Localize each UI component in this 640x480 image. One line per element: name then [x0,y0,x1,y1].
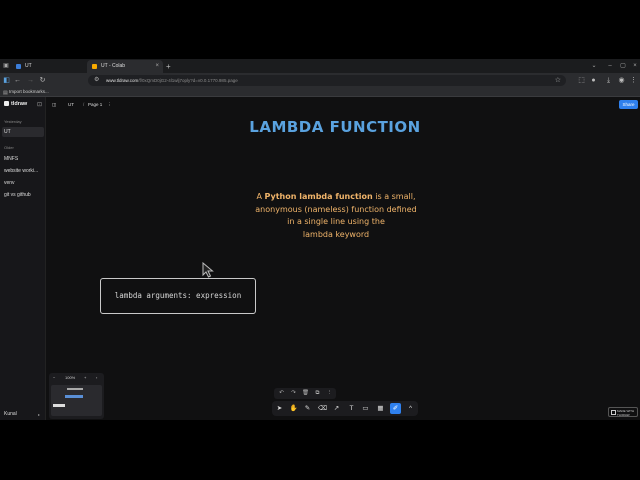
sidebar-item-ut[interactable]: UT [2,127,44,137]
tldraw-badge-icon [611,410,616,415]
desc-text: is a small, [372,192,416,201]
tldraw-logo: tldraw [4,101,27,107]
desc-text: in a single line using the [287,217,385,226]
site-info-icon[interactable]: ⚙ [94,75,99,86]
tab-label: UT - Colab [101,63,126,69]
arrow-icon[interactable]: ↗ [331,403,342,414]
page-name[interactable]: Page 1 [88,101,102,109]
logo-text: tldraw [11,101,28,107]
extensions-icon[interactable]: ⬚ [577,76,586,85]
eraser-icon[interactable]: ⌫ [317,403,328,414]
tldraw-app: tldraw ⊡ Yesterday UT Older MNFS website… [0,97,640,420]
redo-icon[interactable]: ↷ [289,389,298,398]
mouse-cursor-icon [202,262,214,278]
more-tools-icon[interactable]: ^ [405,403,416,414]
minimap-panel: − 100% + ‹ [49,373,104,419]
address-bar[interactable]: ⚙ www.tldraw.com/f/0xQmD0jG2-4l1wlj7oply… [88,75,566,86]
sidebar-item-website[interactable]: website worki... [2,166,44,176]
note-icon[interactable]: ▭ [360,403,371,414]
canvas-description[interactable]: A Python lambda function is a small, ano… [218,191,454,241]
action-bar: ↶ ↷ 🗑 ⧉ ⋮ [274,388,336,399]
page-separator: / [83,102,85,107]
new-tab-icon[interactable]: + [166,60,171,73]
zoom-in-icon[interactable]: + [84,373,86,383]
url-path: /f/0xQmD0jG2-4l1wlj7oply?d=v0.0.1770.985… [138,78,238,83]
desc-bold-text: Python lambda function [264,192,373,201]
close-window-icon[interactable]: × [631,62,639,70]
browser-tab-ut[interactable]: UT [11,60,85,73]
sidebar-heading-older: Older [4,145,14,150]
text-icon[interactable]: T [346,403,357,414]
code-syntax-box[interactable]: lambda arguments: expression [100,278,256,314]
sidebar-item-git-vs-github[interactable]: git vs github [2,190,44,200]
zoom-controls: − 100% + ‹ [49,373,104,383]
reload-icon[interactable]: ↻ [38,76,47,85]
collapse-minimap-icon[interactable]: ‹ [96,373,97,383]
draw-icon[interactable]: ✎ [302,403,313,414]
select-icon[interactable]: ➤ [274,403,285,414]
new-file-icon[interactable]: ⊡ [37,101,42,108]
browser-tab-colab[interactable]: UT - Colab × [87,60,163,73]
pencil-icon[interactable]: ✐ [390,403,401,414]
minimap-shape [53,404,65,407]
hand-icon[interactable]: ✋ [288,403,299,414]
tab-search-icon[interactable]: ▣ [2,62,10,70]
import-icon: ▤ [3,90,8,96]
chevron-down-icon[interactable]: ⌄ [590,62,598,70]
maximize-icon[interactable]: ▢ [619,62,627,70]
sidebar-panel-icon[interactable]: ◧ [2,76,11,85]
duplicate-icon[interactable]: ⧉ [313,389,322,398]
image-icon[interactable]: ▦ [375,403,386,414]
screen: ▣ UT UT - Colab × + ⌄ – ▢ × ◧ ← → ↻ ⚙ ww… [0,59,640,420]
share-button[interactable]: Share [619,100,638,109]
undo-icon[interactable]: ↶ [277,389,286,398]
profile-icon[interactable]: ● [589,76,598,85]
zoom-level[interactable]: 100% [65,373,75,383]
page-menu-icon[interactable]: ⋮ [107,101,112,109]
forward-icon[interactable]: → [26,76,35,85]
close-tab-icon[interactable]: × [155,60,159,73]
badge-line: TLDRAW [617,413,630,417]
canvas-title[interactable]: LAMBDA FUNCTION [170,118,500,136]
minimap-shape [67,388,83,390]
zoom-out-icon[interactable]: − [53,373,55,383]
import-bookmarks-link[interactable]: Import bookmarks... [9,89,49,94]
tab-label: UT [25,63,32,69]
desc-text: A [256,192,265,201]
chevron-right-icon[interactable]: ▸ [38,412,40,417]
browser-menu-icon[interactable]: ⋮ [629,76,638,85]
colab-favicon-icon [92,64,97,69]
bookmarks-bar: ▤ Import bookmarks... [0,88,640,97]
file-sidebar: tldraw ⊡ Yesterday UT Older MNFS website… [0,97,46,420]
minimap-viewport [65,395,83,398]
download-icon[interactable]: ⤓ [604,76,613,85]
sidebar-item-venv[interactable]: venv [2,178,44,188]
account-icon[interactable]: ◉ [617,76,626,85]
minimize-icon[interactable]: – [606,62,614,70]
url-host: www.tldraw.com [106,78,139,83]
minimap-canvas[interactable] [51,385,102,416]
delete-icon[interactable]: 🗑 [301,389,310,398]
desc-text: anonymous (nameless) function defined [255,204,417,214]
tool-bar: ➤ ✋ ✎ ⌫ ↗ T ▭ ▦ ✐ ^ [272,401,418,416]
bookmark-star-icon[interactable]: ☆ [555,75,561,86]
user-name[interactable]: Kunal [4,411,17,417]
panel-toggle-icon[interactable]: ◫ [52,101,56,109]
tldraw-favicon-icon [16,64,21,69]
tldraw-logo-icon [4,101,9,106]
browser-toolbar: ◧ ← → ↻ ⚙ www.tldraw.com/f/0xQmD0jG2-4l1… [0,73,640,88]
browser-tab-strip: ▣ UT UT - Colab × + ⌄ – ▢ × [0,59,640,73]
back-icon[interactable]: ← [13,76,22,85]
desc-text: lambda keyword [302,229,370,239]
more-icon[interactable]: ⋮ [325,389,334,398]
file-name[interactable]: UT [68,101,74,109]
made-with-tldraw-badge[interactable]: MADE WITH TLDRAW [608,407,638,417]
sidebar-item-mnfs[interactable]: MNFS [2,154,44,164]
sidebar-heading-yesterday: Yesterday [4,119,22,124]
